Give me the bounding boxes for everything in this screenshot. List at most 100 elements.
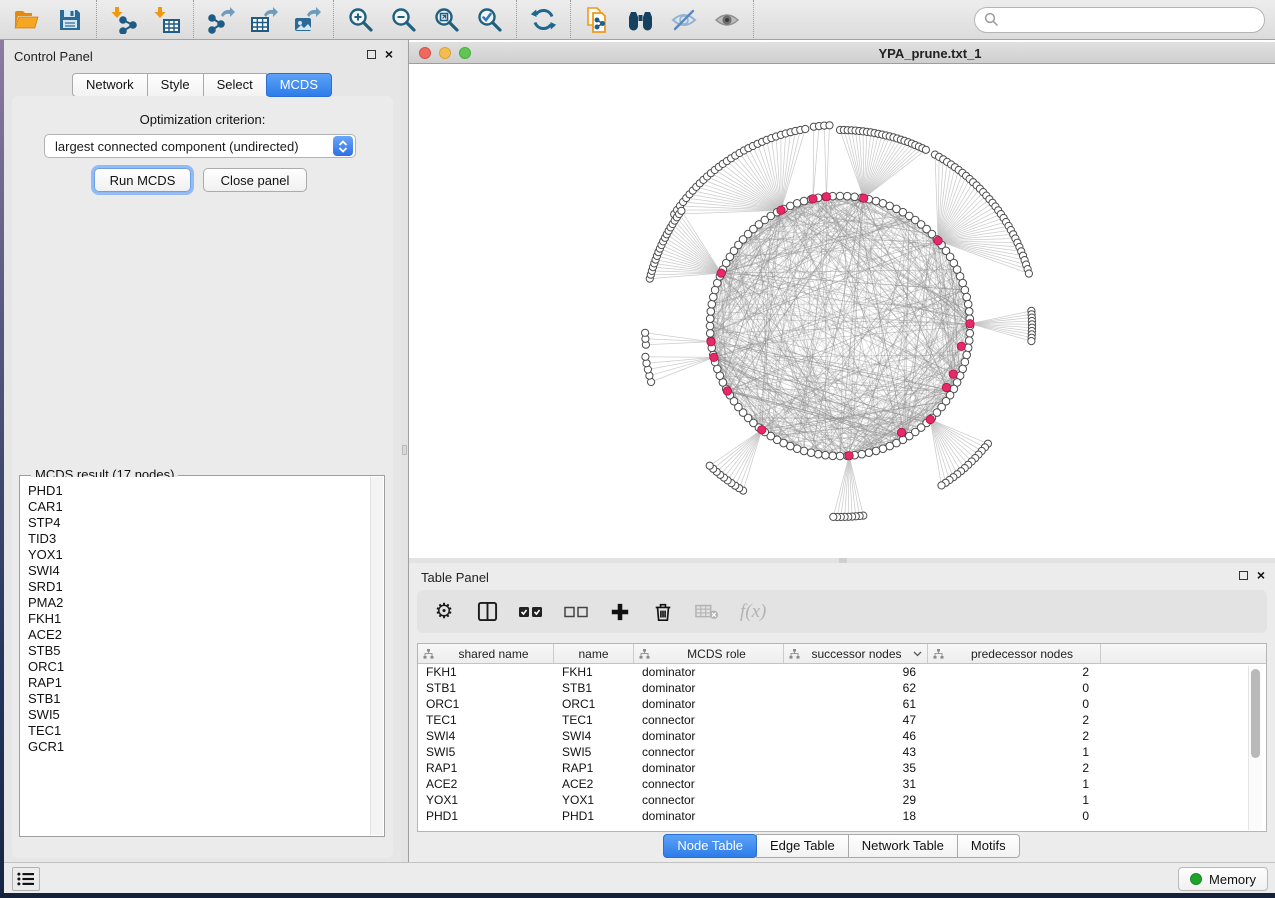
mcds-list-item[interactable]: CAR1 — [28, 499, 370, 515]
vertical-splitter[interactable] — [401, 40, 409, 862]
first-neighbors-icon[interactable] — [619, 3, 662, 37]
column-header-name[interactable]: name — [554, 644, 634, 663]
mcds-list-item[interactable]: YOX1 — [28, 547, 370, 563]
column-header-predecessor-nodes[interactable]: predecessor nodes — [928, 644, 1101, 663]
show-task-history-button[interactable] — [12, 867, 40, 891]
mcds-panel: Optimization criterion: largest connecte… — [12, 96, 393, 858]
float-panel-icon[interactable] — [367, 50, 376, 59]
search-input[interactable] — [1005, 12, 1255, 27]
mcds-list-item[interactable]: GCR1 — [28, 739, 370, 755]
import-network-icon[interactable] — [102, 3, 145, 37]
close-panel-button[interactable]: Close panel — [203, 168, 307, 192]
network-graph[interactable] — [409, 64, 1275, 558]
import-table-icon[interactable] — [145, 3, 188, 37]
dropdown-stepper-icon — [333, 136, 353, 156]
export-network-icon[interactable] — [199, 3, 242, 37]
table-cell: FKH1 — [554, 664, 634, 680]
run-mcds-button[interactable]: Run MCDS — [94, 168, 191, 192]
export-table-icon[interactable] — [242, 3, 285, 37]
column-header-successor-nodes[interactable]: successor nodes — [784, 644, 928, 663]
close-panel-icon[interactable]: × — [385, 49, 393, 59]
select-all-columns-icon[interactable] — [519, 599, 543, 625]
table-row[interactable]: SWI5SWI5connector431 — [418, 744, 1266, 760]
mcds-list-item[interactable]: STP4 — [28, 515, 370, 531]
show-columns-icon[interactable] — [476, 599, 498, 625]
delete-column-icon[interactable] — [652, 599, 674, 625]
table-row[interactable]: TEC1TEC1connector472 — [418, 712, 1266, 728]
tab-style[interactable]: Style — [147, 73, 204, 97]
hide-selected-icon[interactable] — [662, 3, 705, 37]
export-image-icon[interactable] — [285, 3, 328, 37]
zoom-selected-icon[interactable] — [468, 3, 511, 37]
mcds-list-item[interactable]: FKH1 — [28, 611, 370, 627]
table-row[interactable]: PHD1PHD1dominator180 — [418, 808, 1266, 824]
zoom-selected-glyph — [476, 6, 503, 33]
table-cell: 2 — [928, 664, 1101, 680]
table-close-icon[interactable]: × — [1257, 570, 1265, 580]
mcds-list-scrollbar[interactable] — [370, 477, 383, 835]
tab-network-table[interactable]: Network Table — [848, 834, 958, 858]
memory-button[interactable]: Memory — [1178, 867, 1268, 891]
table-cell: RAP1 — [418, 760, 554, 776]
mcds-list-item[interactable]: PHD1 — [28, 483, 370, 499]
zoom-in-icon[interactable] — [339, 3, 382, 37]
add-column-icon[interactable] — [609, 599, 631, 625]
tab-select[interactable]: Select — [203, 73, 267, 97]
tab-motifs[interactable]: Motifs — [957, 834, 1020, 858]
table-cell: ORC1 — [418, 696, 554, 712]
table-row[interactable]: RAP1RAP1dominator352 — [418, 760, 1266, 776]
delete-table-icon[interactable] — [695, 599, 719, 625]
network-search-field[interactable] — [974, 7, 1265, 33]
network-canvas[interactable] — [409, 64, 1275, 558]
tab-edge-table[interactable]: Edge Table — [756, 834, 849, 858]
function-builder-icon[interactable]: f(x) — [740, 599, 766, 625]
table-cell: SWI5 — [554, 744, 634, 760]
new-network-from-selection-icon[interactable] — [576, 3, 619, 37]
table-row[interactable]: STB1STB1dominator620 — [418, 680, 1266, 696]
mcds-list-item[interactable]: SWI4 — [28, 563, 370, 579]
table-scrollbar[interactable] — [1248, 666, 1262, 830]
zoom-out-icon[interactable] — [382, 3, 425, 37]
table-row[interactable]: ACE2ACE2connector311 — [418, 776, 1266, 792]
mcds-list-item[interactable]: STB1 — [28, 691, 370, 707]
mcds-list-item[interactable]: ACE2 — [28, 627, 370, 643]
column-type-icon — [423, 649, 434, 659]
save-icon[interactable] — [48, 3, 91, 37]
mcds-result-group: MCDS result (17 nodes) PHD1CAR1STP4TID3Y… — [19, 475, 385, 837]
table-row[interactable]: ORC1ORC1dominator610 — [418, 696, 1266, 712]
app-window: Control Panel × NetworkStyleSelectMCDS O… — [0, 0, 1275, 893]
table-row[interactable]: SWI4SWI4dominator462 — [418, 728, 1266, 744]
open-icon[interactable] — [5, 3, 48, 37]
table-row[interactable]: YOX1YOX1connector291 — [418, 792, 1266, 808]
mcds-list-item[interactable]: RAP1 — [28, 675, 370, 691]
window-minimize-icon[interactable] — [439, 47, 451, 59]
mcds-list-item[interactable]: STB5 — [28, 643, 370, 659]
network-window-titlebar[interactable]: YPA_prune.txt_1 — [409, 42, 1275, 64]
mcds-list-item[interactable]: SWI5 — [28, 707, 370, 723]
refresh-icon[interactable] — [522, 3, 565, 37]
tab-node-table[interactable]: Node Table — [663, 834, 757, 858]
zoom-fit-icon[interactable] — [425, 3, 468, 37]
table-row[interactable]: FKH1FKH1dominator962 — [418, 664, 1266, 680]
mcds-list-item[interactable]: SRD1 — [28, 579, 370, 595]
sort-descending-icon — [913, 651, 922, 657]
criterion-dropdown[interactable]: largest connected component (undirected) — [44, 134, 356, 158]
column-header-MCDS-role[interactable]: MCDS role — [634, 644, 784, 663]
deselect-all-columns-icon[interactable] — [564, 599, 588, 625]
mcds-list-item[interactable]: ORC1 — [28, 659, 370, 675]
table-float-icon[interactable] — [1239, 571, 1248, 580]
window-maximize-icon[interactable] — [459, 47, 471, 59]
column-header-shared-name[interactable]: shared name — [418, 644, 554, 663]
tab-mcds[interactable]: MCDS — [266, 73, 332, 97]
mcds-result-list[interactable]: PHD1CAR1STP4TID3YOX1SWI4SRD1PMA2FKH1ACE2… — [21, 477, 370, 835]
node-table-header: shared namenameMCDS rolesuccessor nodesp… — [418, 644, 1266, 664]
splitter-grip[interactable] — [402, 445, 407, 455]
mcds-list-item[interactable]: TID3 — [28, 531, 370, 547]
column-settings-icon[interactable]: ⚙ — [433, 599, 455, 625]
mcds-list-item[interactable]: PMA2 — [28, 595, 370, 611]
show-all-icon[interactable] — [705, 3, 748, 37]
table-scrollbar-thumb[interactable] — [1251, 669, 1260, 758]
tab-network[interactable]: Network — [72, 73, 148, 97]
window-close-icon[interactable] — [419, 47, 431, 59]
mcds-list-item[interactable]: TEC1 — [28, 723, 370, 739]
